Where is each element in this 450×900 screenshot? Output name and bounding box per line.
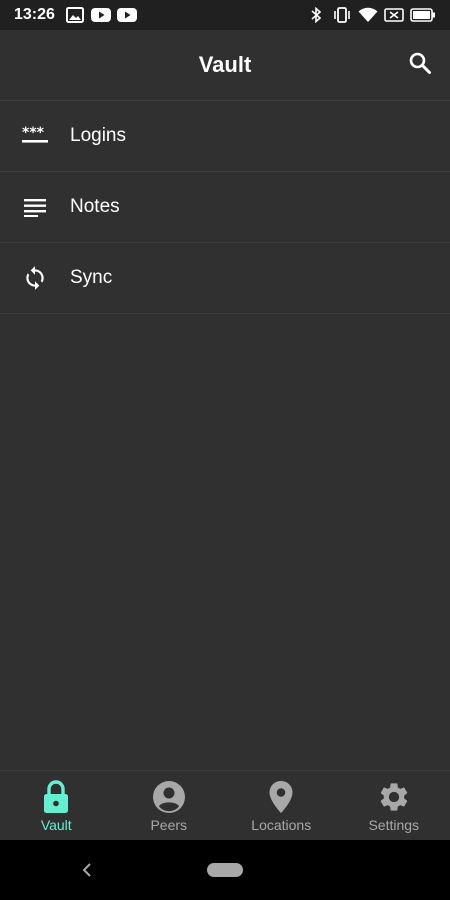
- notes-icon: [20, 192, 50, 222]
- lock-icon: [38, 779, 74, 815]
- nav-label: Locations: [251, 816, 312, 833]
- status-right: [306, 7, 436, 23]
- bottom-navigation: Vault Peers Locations Settings: [0, 770, 450, 840]
- menu-item-label: Notes: [70, 196, 120, 217]
- status-left: 13:26: [14, 6, 137, 24]
- search-icon: [408, 51, 432, 80]
- nav-label: Settings: [368, 816, 420, 833]
- menu-item-sync[interactable]: Sync: [0, 243, 450, 314]
- image-icon: [65, 7, 85, 23]
- battery-icon: [410, 7, 436, 23]
- app-bar: Vault: [0, 30, 450, 101]
- menu-item-label: Sync: [70, 267, 113, 288]
- password-dots-icon: ***: [20, 121, 50, 151]
- nav-tab-settings[interactable]: Settings: [338, 771, 450, 840]
- nav-tab-peers[interactable]: Peers: [113, 771, 226, 840]
- wifi-icon: [358, 7, 378, 23]
- status-time: 13:26: [14, 6, 55, 23]
- menu-item-notes[interactable]: Notes: [0, 172, 450, 243]
- system-navigation-bar: [0, 840, 450, 900]
- nav-label: Peers: [150, 816, 188, 833]
- vault-menu-list: *** Logins Notes Sync: [0, 101, 450, 314]
- status-bar: 13:26: [0, 0, 450, 30]
- sim-off-icon: [384, 7, 404, 23]
- sync-icon: [20, 263, 50, 293]
- nav-tab-vault[interactable]: Vault: [0, 771, 113, 840]
- vibrate-icon: [332, 7, 352, 23]
- back-icon[interactable]: [78, 860, 98, 880]
- gear-icon: [376, 779, 412, 815]
- location-pin-icon: [263, 779, 299, 815]
- nav-label: Vault: [40, 816, 72, 833]
- svg-text:***: ***: [22, 126, 45, 141]
- page-title: Vault: [198, 52, 252, 77]
- youtube-icon: [90, 7, 111, 23]
- youtube-icon: [116, 7, 137, 23]
- menu-item-logins[interactable]: *** Logins: [0, 101, 450, 172]
- home-button[interactable]: [207, 863, 243, 877]
- nav-tab-locations[interactable]: Locations: [225, 771, 338, 840]
- menu-item-label: Logins: [70, 125, 126, 146]
- bluetooth-icon: [306, 7, 326, 23]
- account-circle-icon: [151, 779, 187, 815]
- search-button[interactable]: [402, 47, 438, 83]
